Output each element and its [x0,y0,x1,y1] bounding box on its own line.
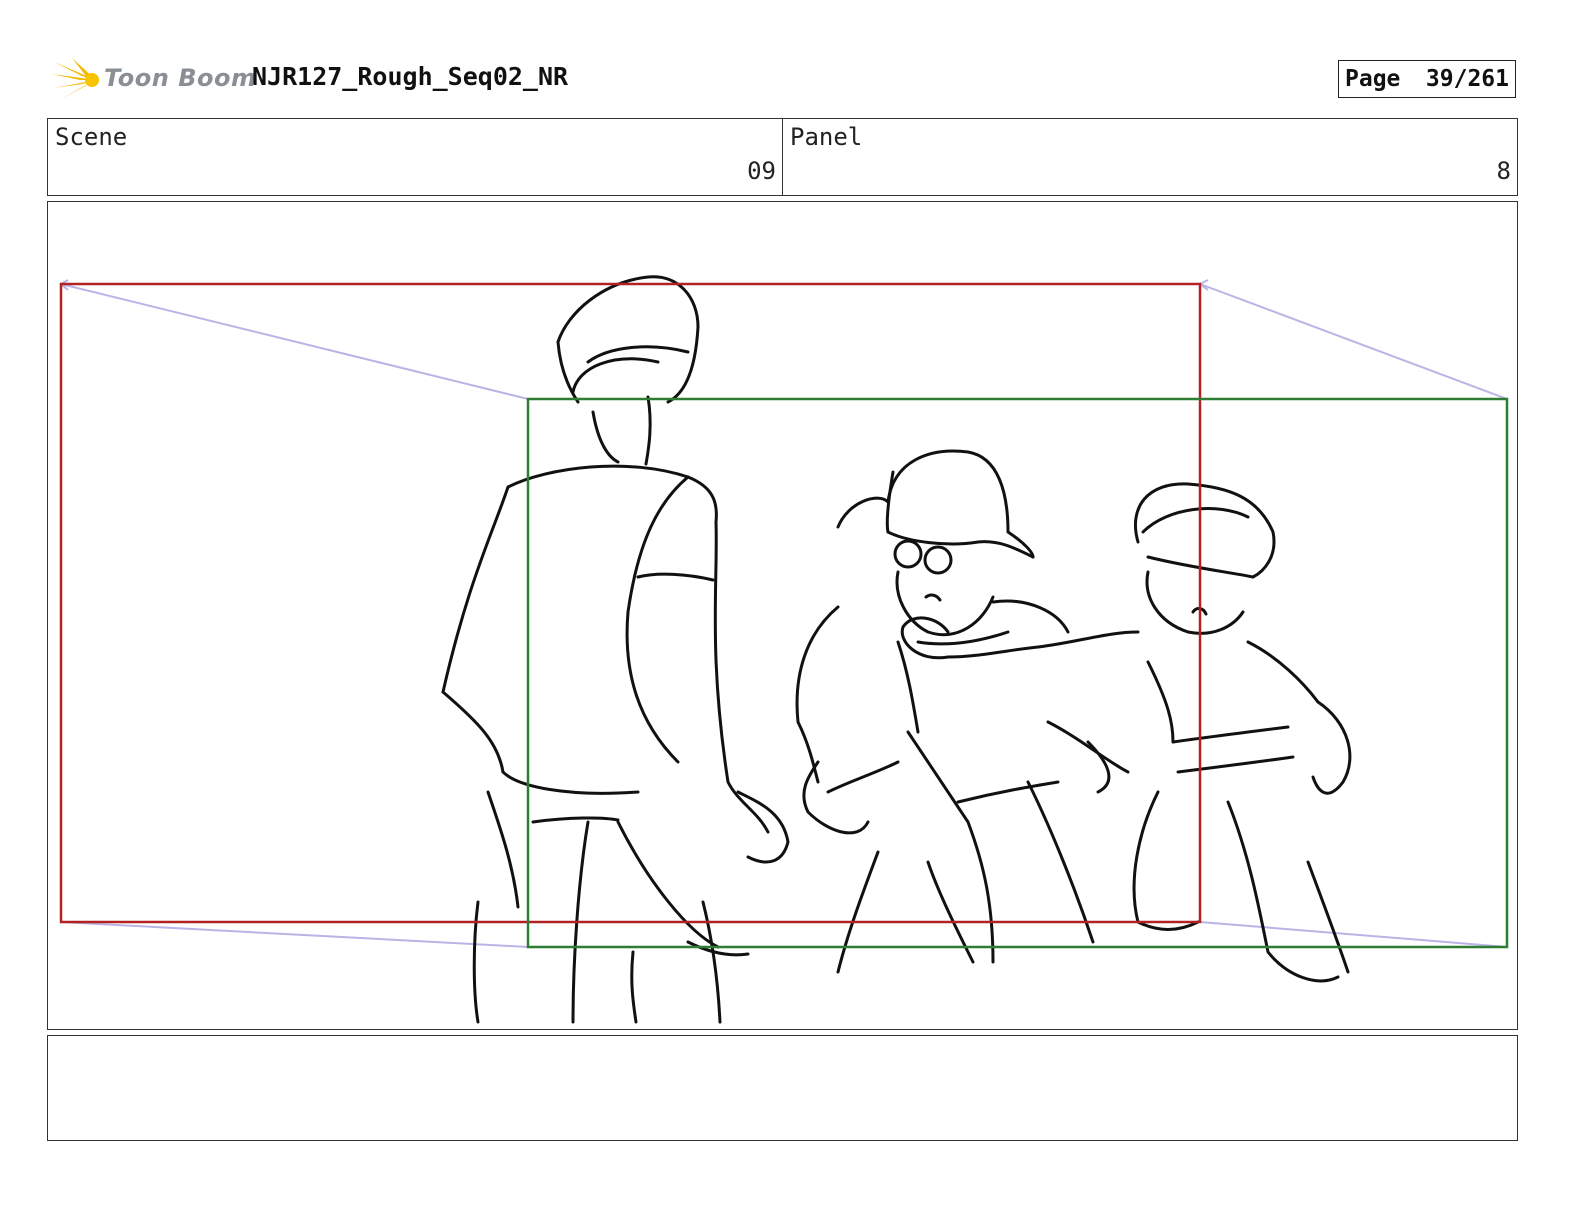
character-sketches [441,275,1352,1024]
panel-cell: Panel 8 [783,119,1517,195]
panel-sketch [59,275,1509,1024]
scene-cell: Scene 09 [48,119,783,195]
document-title: NJR127_Rough_Seq02_NR [252,62,569,91]
panel-label: Panel [790,123,863,151]
page-indicator: Page 39/261 [1338,60,1516,98]
caption-box [47,1035,1518,1141]
storyboard-panel [47,201,1518,1030]
page-label: Page [1345,66,1401,92]
scene-value: 09 [747,157,776,185]
camera-path-lines [59,279,1508,948]
end-frame [526,397,1509,949]
scene-label: Scene [55,123,128,151]
panel-value: 8 [1496,157,1511,185]
scene-panel-info: Scene 09 Panel 8 [47,118,1518,196]
logo-text: Toon Boom [104,64,257,92]
page-number: 39/261 [1425,66,1509,92]
